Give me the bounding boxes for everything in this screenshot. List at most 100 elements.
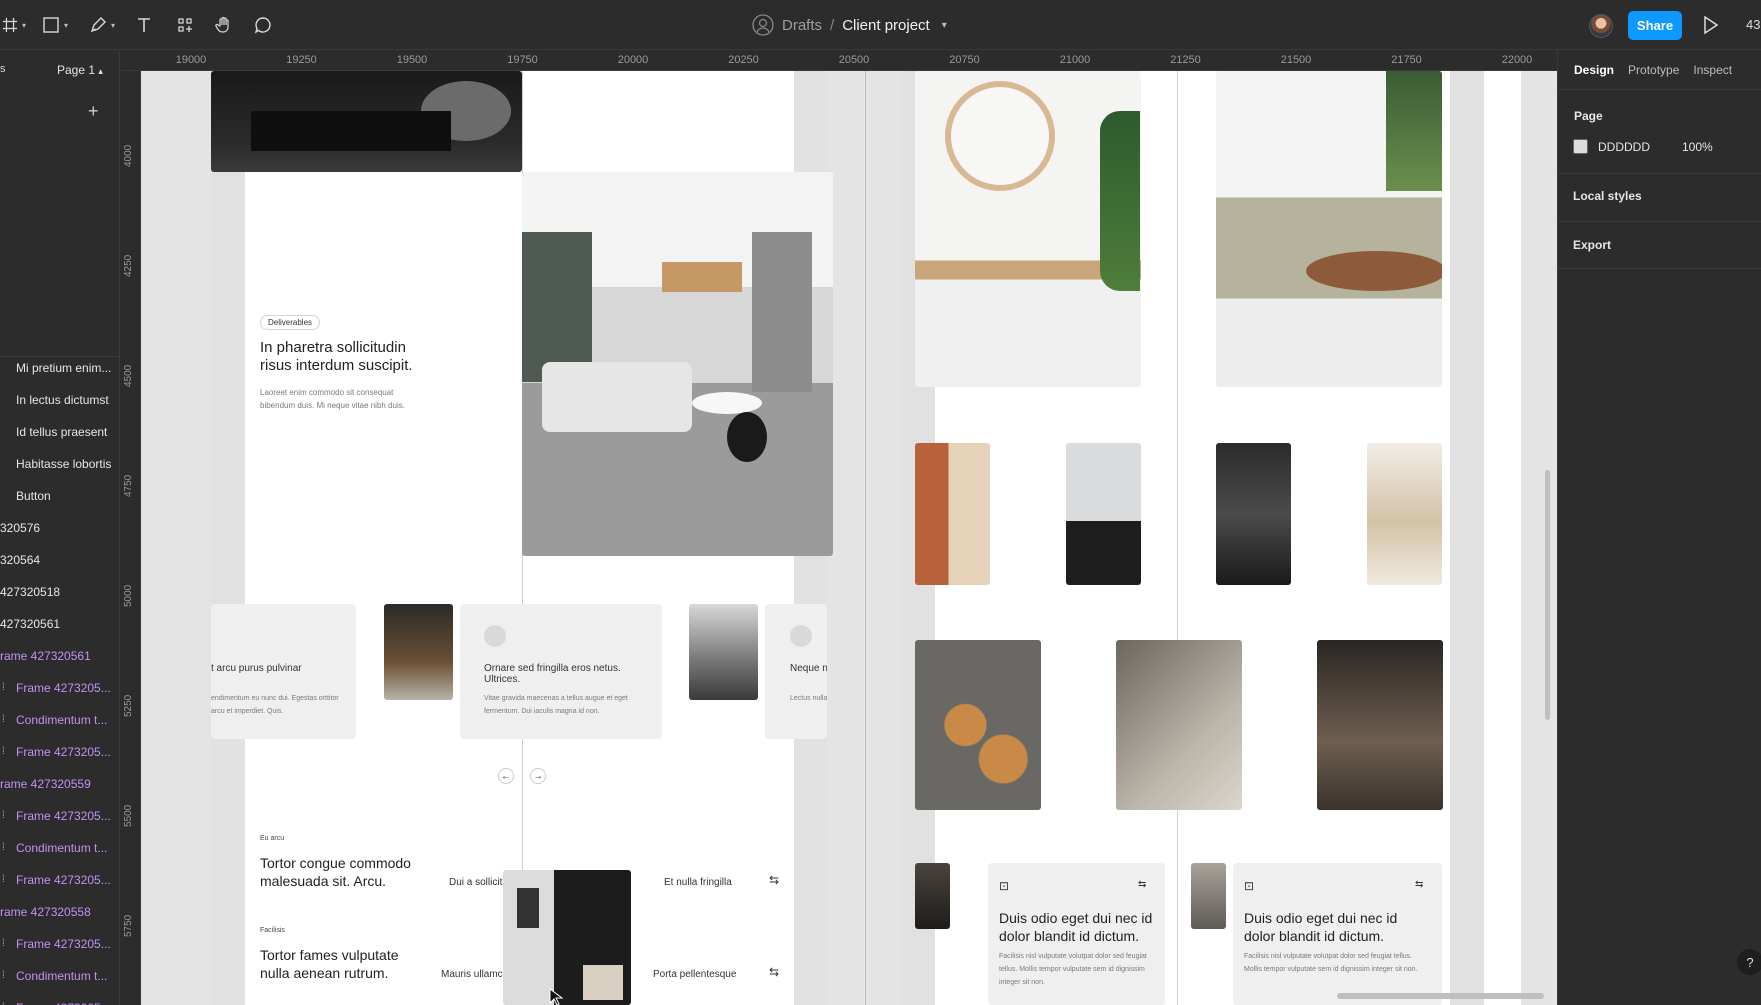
layer-item[interactable]: ⁞ Condimentum t... xyxy=(0,962,119,994)
image-chair[interactable] xyxy=(503,870,631,1005)
swap-icon[interactable]: ⇆ xyxy=(769,873,779,887)
layer-item[interactable]: Button xyxy=(0,482,119,514)
zoom-level[interactable]: 43 xyxy=(1746,17,1760,32)
layer-item[interactable]: 320564 xyxy=(0,546,119,578)
pen-tool[interactable]: ▾ xyxy=(86,12,118,38)
layer-item[interactable]: Habitasse lobortis xyxy=(0,450,119,482)
image-mirror-plant[interactable] xyxy=(915,71,1141,387)
layers-tab[interactable]: s xyxy=(0,63,6,75)
image-kitchen-thumb[interactable] xyxy=(384,604,453,700)
layer-item[interactable]: ⁞ Condimentum t... xyxy=(0,834,119,866)
mouse-cursor-icon xyxy=(549,988,564,1005)
page-color-opacity[interactable]: 100% xyxy=(1682,140,1713,154)
frame-tool[interactable]: ▾ xyxy=(2,12,26,38)
card-avatar xyxy=(484,625,506,647)
layer-item[interactable]: rame 427320561 xyxy=(0,642,119,674)
layer-item[interactable]: 427320518 xyxy=(0,578,119,610)
swap-icon[interactable]: ⇆ xyxy=(1415,879,1423,890)
layer-item[interactable]: ⁞Frame 4273205... xyxy=(0,674,119,706)
layout-guide-line xyxy=(1177,71,1178,1005)
text-tool[interactable] xyxy=(134,12,154,38)
image-stairs-thumb[interactable] xyxy=(689,604,758,700)
play-icon[interactable] xyxy=(1702,15,1720,35)
feature-card-title: Duis odio eget dui nec id dolor blandit … xyxy=(1244,910,1398,944)
image-lounge[interactable] xyxy=(1317,640,1443,810)
project-name[interactable]: Client project xyxy=(842,17,930,34)
image-thumb-3[interactable] xyxy=(1216,443,1291,585)
layer-name: Habitasse lobortis xyxy=(16,457,112,471)
layer-item[interactable]: ⁞Frame 4273205... xyxy=(0,930,119,962)
carousel-prev-button[interactable]: ← xyxy=(498,768,514,784)
ruler-tick: 20750 xyxy=(949,54,980,66)
panel-divider xyxy=(1558,89,1761,90)
layer-item[interactable]: 427320561 xyxy=(0,610,119,642)
ruler-tick: 21250 xyxy=(1170,54,1201,66)
layout-guide-line xyxy=(865,71,866,1005)
section-link-right[interactable]: Et nulla fringilla xyxy=(664,877,732,888)
canvas[interactable]: Deliverables In pharetra sollicitudin ri… xyxy=(121,51,1557,1005)
export-heading[interactable]: Export xyxy=(1573,238,1611,252)
ruler-tick: 20000 xyxy=(617,54,649,66)
image-thumb-2[interactable] xyxy=(1066,443,1141,585)
ruler-tick: 21500 xyxy=(1280,54,1312,66)
layer-name: 427320561 xyxy=(0,617,61,631)
page-color-hex[interactable]: DDDDDD xyxy=(1598,140,1650,154)
layer-item[interactable]: ⁞Frame 4273205... xyxy=(0,866,119,898)
tab-design[interactable]: Design xyxy=(1574,63,1614,77)
layer-item[interactable]: ⁞Frame 4273205... xyxy=(0,738,119,770)
components-tool[interactable] xyxy=(175,12,195,38)
section-title: Tortor congue commodo malesuada sit. Arc… xyxy=(260,855,411,889)
image-pendant-lamps[interactable] xyxy=(915,640,1041,810)
image-vase[interactable] xyxy=(1116,640,1242,810)
layer-name: Frame 4273205... xyxy=(16,873,111,887)
image-detail xyxy=(752,232,812,392)
vertical-scrollbar[interactable] xyxy=(1545,470,1550,720)
section-link-right[interactable]: Porta pellentesque xyxy=(653,969,736,980)
ruler-tick: 19250 xyxy=(286,54,317,66)
help-button[interactable]: ? xyxy=(1737,949,1761,975)
panel-tabs: Design Prototype Inspect xyxy=(1574,63,1732,77)
tab-prototype[interactable]: Prototype xyxy=(1628,63,1679,77)
image-thumb-1[interactable] xyxy=(915,443,990,585)
horizontal-scrollbar[interactable] xyxy=(1337,993,1544,999)
swap-icon[interactable]: ⇆ xyxy=(1138,879,1146,890)
image-sofa[interactable] xyxy=(1216,71,1442,387)
breadcrumb-separator: / xyxy=(830,16,835,34)
local-styles-heading[interactable]: Local styles xyxy=(1573,189,1642,203)
layer-item[interactable]: Id tellus praesent xyxy=(0,418,119,450)
swap-icon[interactable]: ⇆ xyxy=(769,965,779,979)
section-link-left[interactable]: Mauris ullamc xyxy=(441,969,505,980)
layer-item[interactable]: ⁞Frame 4273205... xyxy=(0,802,119,834)
tab-inspect[interactable]: Inspect xyxy=(1693,63,1732,77)
layer-item[interactable]: 320576 xyxy=(0,514,119,546)
hand-tool[interactable] xyxy=(213,12,235,38)
section-link-left[interactable]: Dui a sollicit xyxy=(449,877,505,888)
carousel-next-button[interactable]: → xyxy=(530,768,546,784)
image-living-room[interactable] xyxy=(522,172,833,556)
image-bedroom[interactable] xyxy=(211,71,522,172)
layer-item[interactable]: ⁞ Condimentum t... xyxy=(0,706,119,738)
user-avatar[interactable] xyxy=(1589,14,1613,38)
layer-name: Mi pretium enim... xyxy=(16,361,112,375)
breadcrumb-drafts[interactable]: Drafts xyxy=(782,17,822,34)
shape-tool[interactable]: ▾ xyxy=(40,12,70,38)
image-detail xyxy=(945,81,1055,191)
image-card-thumb[interactable] xyxy=(1191,863,1226,929)
layer-item[interactable]: rame 427320558 xyxy=(0,898,119,930)
layer-item[interactable]: ⁞Frame 4273205... xyxy=(0,994,119,1005)
image-card-thumb[interactable] xyxy=(915,863,950,929)
team-avatar-icon[interactable] xyxy=(752,14,774,36)
page-color-swatch[interactable] xyxy=(1573,139,1588,154)
add-page-icon[interactable]: + xyxy=(88,101,99,122)
layer-item[interactable]: In lectus dictumst xyxy=(0,386,119,418)
card-title: t arcu purus pulvinar xyxy=(211,663,302,674)
layer-item[interactable]: rame 427320559 xyxy=(0,770,119,802)
image-thumb-4[interactable] xyxy=(1367,443,1442,585)
share-button[interactable]: Share xyxy=(1628,11,1682,40)
chevron-down-icon[interactable]: ▾ xyxy=(942,20,947,31)
figma-app: ▾ ▾ ▾ Drafts / Client project ▾ Share 43… xyxy=(0,0,1761,1005)
page-selector[interactable]: Page 1 ▴ xyxy=(57,63,103,77)
comment-tool[interactable] xyxy=(253,12,273,38)
layer-item[interactable]: Mi pretium enim... xyxy=(0,354,119,386)
layer-name: In lectus dictumst xyxy=(16,393,109,407)
